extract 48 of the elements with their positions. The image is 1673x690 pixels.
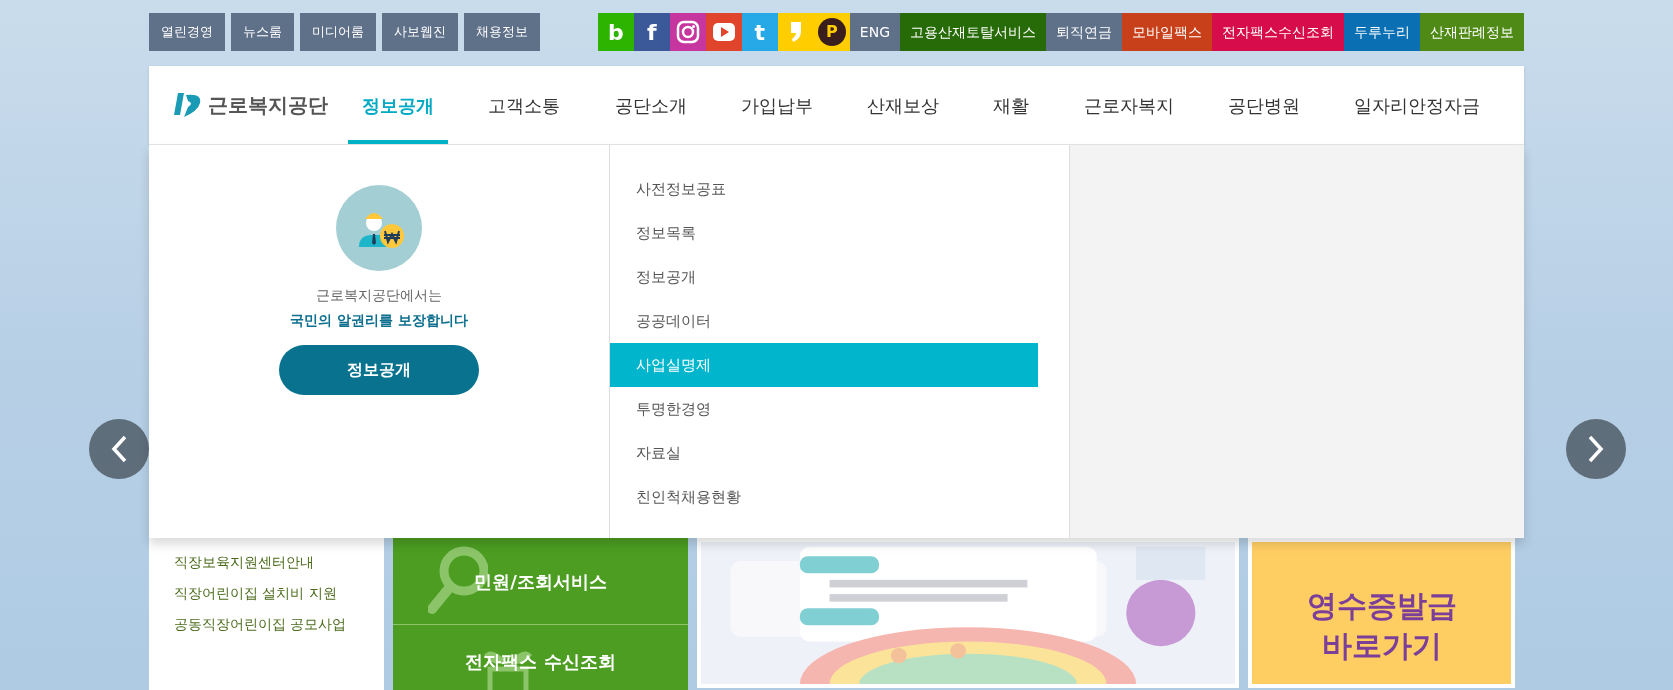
side-link[interactable]: 공동직장어린이집 공모사업 <box>174 614 384 635</box>
nav-tab[interactable]: 근로자복지 <box>1069 66 1188 144</box>
submenu-item[interactable]: 투명한경영 <box>610 387 1038 431</box>
nav-tab[interactable]: 재활 <box>979 66 1044 144</box>
social-link[interactable]: f <box>633 13 670 51</box>
service-link[interactable]: 모바일팩스 <box>1122 13 1212 51</box>
previous-button[interactable] <box>89 419 149 479</box>
logo-text: 근로복지공단 <box>208 92 328 119</box>
intro-text: 근로복지공단에서는 <box>316 286 442 305</box>
top-link[interactable]: 채용정보 <box>464 13 540 51</box>
submenu-item[interactable]: 사전정보공표 <box>610 167 1038 211</box>
top-link[interactable]: 사보웹진 <box>382 13 458 51</box>
service-tile[interactable]: 전자팩스 수신조회 <box>393 625 688 690</box>
donation-banner[interactable]: 영수증발급 바로가기 <box>1248 538 1515 688</box>
nav-tab[interactable]: 공단병원 <box>1213 66 1314 144</box>
play-icon <box>711 22 736 42</box>
submenu-item[interactable]: 공공데이터 <box>610 299 1038 343</box>
service-link[interactable]: ENG <box>849 13 900 51</box>
service-link[interactable]: 두루누리 <box>1344 13 1420 51</box>
nav-tab[interactable]: 공단소개 <box>600 66 701 144</box>
info-button[interactable]: 정보공개 <box>279 345 479 395</box>
service-link[interactable]: 퇴직연금 <box>1046 13 1122 51</box>
service-link[interactable]: 산재판례정보 <box>1420 13 1524 51</box>
nav-tab[interactable]: 고객소통 <box>474 66 575 144</box>
next-button[interactable] <box>1566 419 1626 479</box>
chevron-right-icon <box>1587 435 1605 463</box>
top-link[interactable]: 열린경영 <box>149 13 225 51</box>
chevron-left-icon <box>110 435 128 463</box>
nav-tab[interactable]: 일자리안정자금 <box>1340 66 1494 144</box>
submenu-item[interactable]: 친인척채용현황 <box>610 475 1038 519</box>
service-link[interactable]: 전자팩스수신조회 <box>1212 13 1344 51</box>
nav-tab[interactable]: 산재보상 <box>853 66 953 144</box>
top-link[interactable]: 미디어룸 <box>300 13 376 51</box>
quote-icon <box>789 21 802 43</box>
top-link[interactable]: 뉴스룸 <box>231 13 294 51</box>
service-link[interactable]: 고용산재토탈서비스 <box>900 13 1046 51</box>
camera-icon <box>675 20 700 44</box>
nav-tab[interactable]: 가입납부 <box>726 66 827 144</box>
submenu-item[interactable]: 정보공개 <box>610 255 1038 299</box>
side-link[interactable]: 직장어린이집 설치비 지원 <box>174 583 384 604</box>
intro-highlight: 국민의 알권리를 보장합니다 <box>290 311 468 330</box>
submenu-item[interactable]: 정보목록 <box>610 211 1038 255</box>
service-tile[interactable]: 민원/조회서비스 <box>393 538 688 625</box>
worker-coin-icon <box>336 185 422 271</box>
submenu-item[interactable]: 자료실 <box>610 431 1038 475</box>
social-link[interactable] <box>669 13 706 51</box>
social-link[interactable] <box>705 13 742 51</box>
side-link[interactable]: 직장보육지원센터안내 <box>174 552 384 573</box>
